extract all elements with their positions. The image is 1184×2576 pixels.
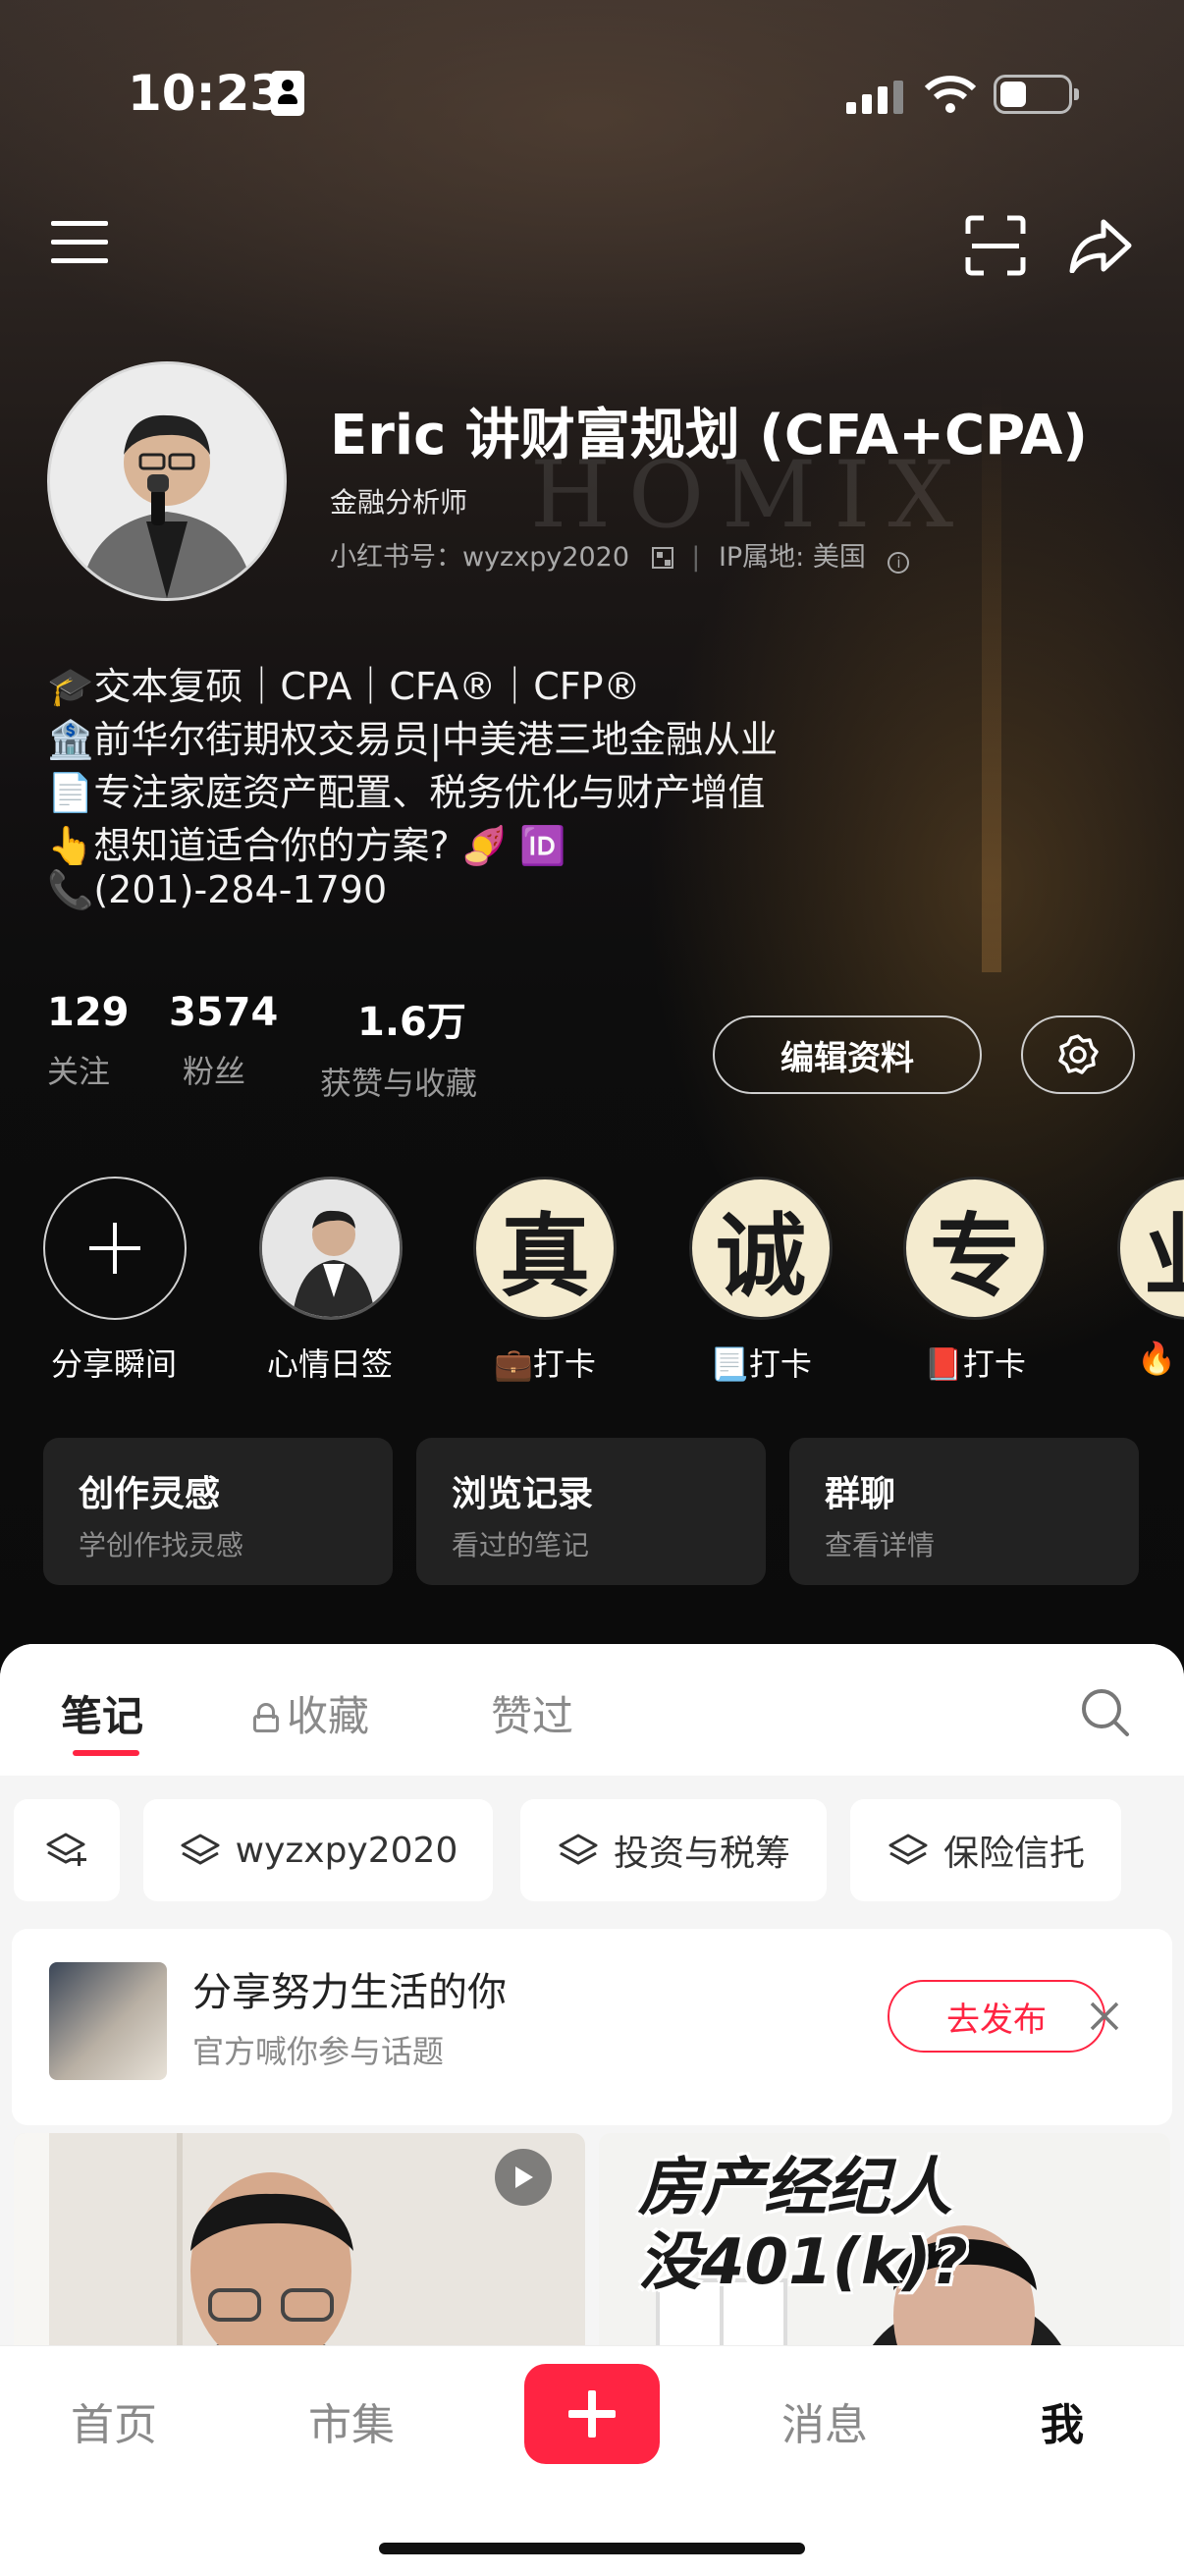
profile-name: Eric 讲财富规划 (CFA+CPA) [330, 404, 1088, 467]
stat-likes-collects[interactable]: 1.6万 获赞与收藏 [320, 990, 477, 1104]
bio-line-5: 📞(201)-284-1790 [47, 868, 388, 911]
card-subtitle: 看过的笔记 [452, 1529, 590, 1562]
qr-code-icon[interactable] [651, 547, 673, 569]
close-icon[interactable] [1088, 2000, 1121, 2037]
lock-icon [253, 1703, 279, 1732]
stat-value: 3574 [169, 990, 279, 1035]
highlight-label: 📃打卡 [710, 1345, 812, 1383]
card-subtitle: 查看详情 [825, 1529, 936, 1562]
ip-location: IP属地: 美国 [718, 542, 866, 573]
highlight-char-1[interactable]: 真 [473, 1177, 617, 1320]
layers-add-icon [46, 1833, 86, 1866]
highlight-char-4[interactable]: 业 [1117, 1177, 1184, 1320]
highlight-photo[interactable] [259, 1177, 403, 1320]
chip-label: wyzxpy2020 [235, 1830, 458, 1871]
layers-icon [181, 1834, 220, 1865]
role-tag: 金融分析师 [330, 486, 468, 519]
collection-chip[interactable]: 保险信托 [850, 1799, 1121, 1901]
publish-button[interactable]: 去发布 [888, 1980, 1105, 2053]
bio-line-4: 👆想知道适合你的方案? 🍠 🆔 [47, 824, 566, 867]
highlight-label: 📕打卡 [924, 1345, 1026, 1383]
account-id[interactable]: 小红书号：wyzxpy2020 [330, 542, 629, 573]
create-post-button[interactable] [524, 2364, 660, 2464]
account-id-line: 小红书号：wyzxpy2020 | IP属地: 美国 i [330, 535, 910, 574]
highlight-char-3[interactable]: 专 [903, 1177, 1047, 1320]
highlight-add[interactable] [43, 1177, 187, 1320]
topic-banner[interactable]: 分享努力生活的你 官方喊你参与话题 去发布 [12, 1929, 1172, 2125]
id-card-icon [271, 71, 304, 116]
layers-icon [888, 1834, 928, 1865]
scan-icon[interactable] [964, 214, 1027, 277]
highlight-char-2[interactable]: 诚 [689, 1177, 833, 1320]
tab-liked[interactable]: 赞过 [491, 1683, 573, 1743]
separator: | [691, 542, 701, 573]
home-indicator [379, 2543, 805, 2554]
bio-line-1: 🎓交本复硕｜CPA｜CFA®｜CFP® [47, 665, 641, 708]
collection-chip[interactable]: wyzxpy2020 [143, 1799, 493, 1901]
layers-icon [559, 1834, 598, 1865]
search-icon[interactable] [1080, 1687, 1131, 1742]
stat-label: 关注 [47, 1053, 111, 1090]
card-creation-inspiration[interactable]: 创作灵感 学创作找灵感 [43, 1438, 393, 1585]
highlight-char-4-clip: 业 [1117, 1177, 1184, 1320]
edit-profile-button[interactable]: 编辑资料 [713, 1015, 982, 1094]
gear-icon [1058, 1034, 1099, 1074]
active-tab-indicator [73, 1750, 139, 1756]
nav-messages[interactable]: 消息 [781, 2389, 868, 2452]
info-icon[interactable]: i [888, 552, 910, 574]
highlight-label: 心情日签 [266, 1345, 393, 1383]
topic-thumbnail [49, 1962, 167, 2080]
card-subtitle: 学创作找灵感 [79, 1529, 244, 1562]
card-title: 创作灵感 [79, 1474, 221, 1514]
battery-icon [994, 75, 1079, 114]
video-play-icon [495, 2149, 552, 2206]
card-browse-history[interactable]: 浏览记录 看过的笔记 [416, 1438, 766, 1585]
tab-bar: 笔记 收藏 赞过 [0, 1644, 1184, 1776]
card-title: 浏览记录 [452, 1474, 594, 1514]
card-group-chat[interactable]: 群聊 查看详情 [789, 1438, 1139, 1585]
wifi-icon [924, 75, 977, 118]
stat-value: 129 [47, 990, 130, 1035]
stat-following[interactable]: 129 关注 [47, 990, 130, 1092]
collection-chip[interactable]: 投资与税筹 [520, 1799, 827, 1901]
topic-title: 分享努力生活的你 [192, 1970, 507, 2015]
highlight-label: 💼打卡 [494, 1345, 596, 1383]
bio-line-2: 🏦前华尔街期权交易员|中美港三地金融从业 [47, 718, 779, 761]
bio-line-3: 📄专注家庭资产配置、税务优化与财产增值 [47, 771, 766, 814]
menu-icon[interactable] [51, 218, 110, 267]
plus-icon [89, 1223, 140, 1274]
tab-label: 收藏 [287, 1692, 370, 1740]
bottom-nav: 首页 市集 消息 我 [0, 2345, 1184, 2576]
stat-label: 获赞与收藏 [320, 1065, 478, 1102]
status-time: 10:23 [128, 65, 285, 122]
signal-icon [846, 81, 905, 116]
post-overlay-title-2: 没401(k)? [638, 2226, 968, 2299]
background-tower [982, 383, 1001, 972]
settings-button[interactable] [1021, 1015, 1135, 1094]
nav-market[interactable]: 市集 [308, 2389, 395, 2452]
chip-label: 投资与税筹 [613, 1834, 790, 1874]
nav-me[interactable]: 我 [1041, 2389, 1084, 2452]
nav-home[interactable]: 首页 [71, 2389, 157, 2452]
highlight-label: 分享瞬间 [50, 1345, 177, 1383]
tab-collections[interactable]: 收藏 [253, 1683, 369, 1743]
share-icon[interactable] [1068, 218, 1133, 273]
card-title: 群聊 [825, 1474, 896, 1514]
chip-label: 保险信托 [942, 1834, 1085, 1874]
highlight-label: 🔥 [1137, 1340, 1176, 1377]
stat-label: 粉丝 [183, 1053, 246, 1090]
tab-notes[interactable]: 笔记 [61, 1683, 143, 1743]
stat-followers[interactable]: 3574 粉丝 [169, 990, 278, 1092]
avatar[interactable] [47, 361, 287, 601]
stat-value: 1.6万 [357, 1000, 466, 1045]
plus-icon [568, 2390, 616, 2438]
topic-subtitle: 官方喊你参与话题 [192, 2033, 445, 2070]
add-collection-chip[interactable] [14, 1799, 120, 1901]
